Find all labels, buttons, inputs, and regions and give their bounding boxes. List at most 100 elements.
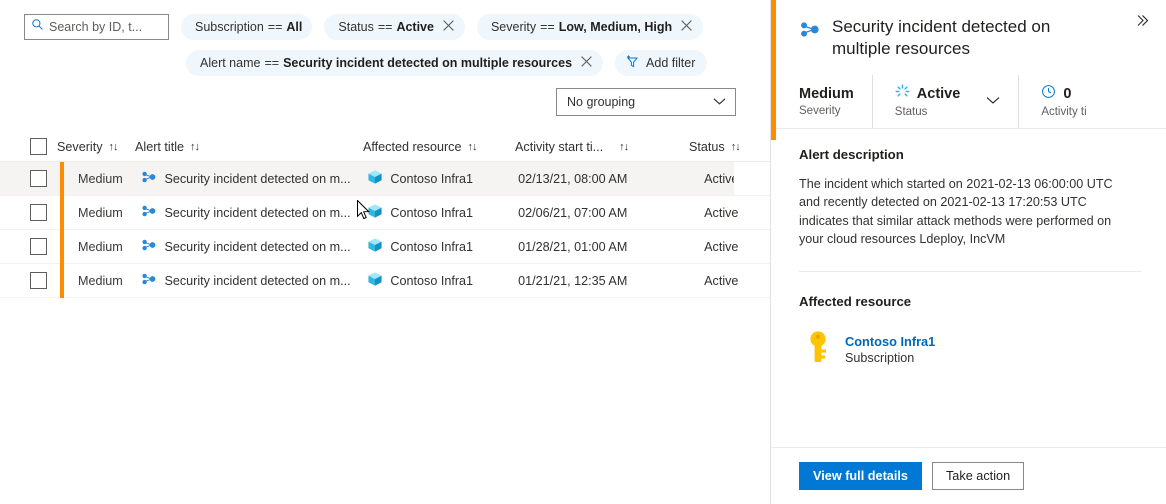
activity-value: 0 bbox=[1063, 85, 1071, 103]
cell-severity: Medium bbox=[64, 172, 141, 186]
table-row[interactable]: Medium Security incident detected on m..… bbox=[0, 230, 770, 264]
column-header-affected-resource[interactable]: Affected resource ↑↓ bbox=[363, 140, 515, 154]
column-header-severity[interactable]: Severity ↑↓ bbox=[57, 140, 135, 154]
row-checkbox[interactable] bbox=[30, 204, 47, 221]
cell-status: Active bbox=[691, 240, 770, 254]
cell-alert-title: Security incident detected on m... bbox=[141, 238, 367, 255]
column-header-status[interactable]: Status ↑↓ bbox=[689, 140, 769, 154]
stat-status[interactable]: Active Status bbox=[872, 75, 1019, 128]
table-header-row: Severity ↑↓ Alert title ↑↓ Affected reso… bbox=[0, 132, 770, 162]
search-placeholder: Search by ID, t... bbox=[49, 20, 142, 34]
stat-severity: Medium Severity bbox=[799, 75, 872, 128]
resource-name: Contoso Infra1 bbox=[390, 274, 473, 288]
clock-icon bbox=[1041, 84, 1056, 104]
remove-filter-icon[interactable] bbox=[442, 19, 455, 35]
cell-affected-resource: Contoso Infra1 bbox=[367, 271, 518, 290]
filter-key: Alert name bbox=[200, 56, 260, 70]
detail-body: Alert description The incident which sta… bbox=[771, 129, 1166, 447]
cell-status: Active bbox=[691, 274, 770, 288]
status-value: Active bbox=[917, 85, 961, 103]
severity-value: Medium bbox=[799, 85, 854, 103]
take-action-button[interactable]: Take action bbox=[932, 462, 1024, 490]
filter-operator: == bbox=[268, 20, 283, 34]
detail-footer: View full details Take action bbox=[771, 447, 1166, 504]
filter-pill-alert-name[interactable]: Alert name == Security incident detected… bbox=[186, 50, 603, 76]
filters-row-2: Alert name == Security incident detected… bbox=[0, 50, 770, 76]
alerts-page: Search by ID, t... Subscription == All S… bbox=[0, 0, 1166, 504]
grouping-value: No grouping bbox=[567, 95, 635, 109]
alert-title-text: Security incident detected on m... bbox=[164, 274, 350, 288]
table-row[interactable]: Medium Security incident detected on m..… bbox=[0, 264, 770, 298]
section-divider bbox=[799, 271, 1142, 272]
filter-value: Low, Medium, High bbox=[559, 20, 672, 34]
view-full-details-button[interactable]: View full details bbox=[799, 462, 922, 490]
resource-name: Contoso Infra1 bbox=[390, 172, 473, 186]
severity-label: Severity bbox=[799, 105, 854, 117]
column-header-alert-title[interactable]: Alert title ↑↓ bbox=[135, 140, 363, 154]
column-label: Severity bbox=[57, 140, 103, 154]
activity-value-row: 0 bbox=[1041, 84, 1086, 104]
cell-activity-start-time: 01/21/21, 12:35 AM bbox=[518, 274, 690, 288]
alert-icon bbox=[141, 170, 157, 187]
filter-value: Security incident detected on multiple r… bbox=[283, 56, 572, 70]
remove-filter-icon[interactable] bbox=[580, 55, 593, 71]
filter-key: Subscription bbox=[195, 20, 264, 34]
chevron-down-icon[interactable] bbox=[986, 92, 1000, 110]
filter-key: Status bbox=[338, 20, 373, 34]
resource-cube-icon bbox=[367, 271, 383, 290]
column-label: Status bbox=[689, 140, 725, 154]
alert-description-text: The incident which started on 2021-02-13… bbox=[799, 175, 1129, 249]
add-filter-label: Add filter bbox=[646, 56, 695, 70]
filter-pill-subscription[interactable]: Subscription == All bbox=[181, 14, 312, 40]
affected-resource-item[interactable]: Contoso Infra1 Subscription bbox=[799, 330, 1142, 369]
sort-icon: ↑↓ bbox=[190, 141, 199, 153]
filters-toolbar: Search by ID, t... Subscription == All S… bbox=[0, 0, 770, 116]
cell-alert-title: Security incident detected on m... bbox=[141, 272, 367, 289]
alert-icon bbox=[141, 238, 157, 255]
table-row[interactable]: Medium Security incident detected on m..… bbox=[0, 162, 770, 196]
cell-alert-title: Security incident detected on m... bbox=[141, 170, 367, 187]
cell-severity: Medium bbox=[64, 274, 141, 288]
filter-pill-status[interactable]: Status == Active bbox=[324, 14, 465, 40]
resource-name: Contoso Infra1 bbox=[390, 206, 473, 220]
alerts-list-pane: Search by ID, t... Subscription == All S… bbox=[0, 0, 771, 504]
select-all-checkbox[interactable] bbox=[30, 138, 47, 155]
sort-icon: ↑↓ bbox=[109, 141, 118, 153]
cell-activity-start-time: 02/06/21, 07:00 AM bbox=[518, 206, 690, 220]
sort-icon: ↑↓ bbox=[619, 141, 628, 153]
alert-description-heading: Alert description bbox=[799, 147, 1142, 162]
alert-detail-pane: Security incident detected on multiple r… bbox=[771, 0, 1166, 504]
column-header-activity-start-time[interactable]: Activity start ti... ↑↓ bbox=[515, 140, 689, 154]
resource-cube-icon bbox=[367, 203, 383, 222]
detail-stats: Medium Severity bbox=[771, 75, 1166, 129]
expand-panel-button[interactable] bbox=[1130, 10, 1156, 36]
table-row[interactable]: Medium Security incident detected on m..… bbox=[0, 196, 770, 230]
double-chevron-right-icon bbox=[1136, 14, 1150, 32]
cell-activity-start-time: 01/28/21, 01:00 AM bbox=[518, 240, 690, 254]
cell-severity: Medium bbox=[64, 240, 141, 254]
row-checkbox[interactable] bbox=[30, 272, 47, 289]
row-checkbox[interactable] bbox=[30, 238, 47, 255]
status-label: Status bbox=[895, 106, 961, 118]
cell-affected-resource: Contoso Infra1 bbox=[367, 203, 518, 222]
search-icon bbox=[31, 18, 44, 36]
grouping-select[interactable]: No grouping bbox=[556, 88, 736, 116]
cell-status: Active bbox=[691, 206, 770, 220]
column-label: Alert title bbox=[135, 140, 184, 154]
cell-status: Active bbox=[691, 172, 770, 186]
filter-operator: == bbox=[540, 20, 555, 34]
page-title: Security incident detected on multiple r… bbox=[832, 16, 1094, 61]
resource-cube-icon bbox=[367, 169, 383, 188]
add-filter-button[interactable]: Add filter bbox=[615, 50, 707, 76]
filters-row-1: Search by ID, t... Subscription == All S… bbox=[0, 14, 770, 40]
activity-label: Activity ti bbox=[1041, 106, 1086, 118]
affected-resource-link[interactable]: Contoso Infra1 bbox=[845, 334, 935, 349]
remove-filter-icon[interactable] bbox=[680, 19, 693, 35]
resource-name: Contoso Infra1 bbox=[390, 240, 473, 254]
search-input[interactable]: Search by ID, t... bbox=[24, 14, 169, 40]
alert-title-text: Security incident detected on m... bbox=[164, 240, 350, 254]
filter-pill-severity[interactable]: Severity == Low, Medium, High bbox=[477, 14, 703, 40]
add-filter-icon bbox=[625, 55, 640, 72]
row-checkbox[interactable] bbox=[30, 170, 47, 187]
sort-icon: ↑↓ bbox=[467, 141, 476, 153]
